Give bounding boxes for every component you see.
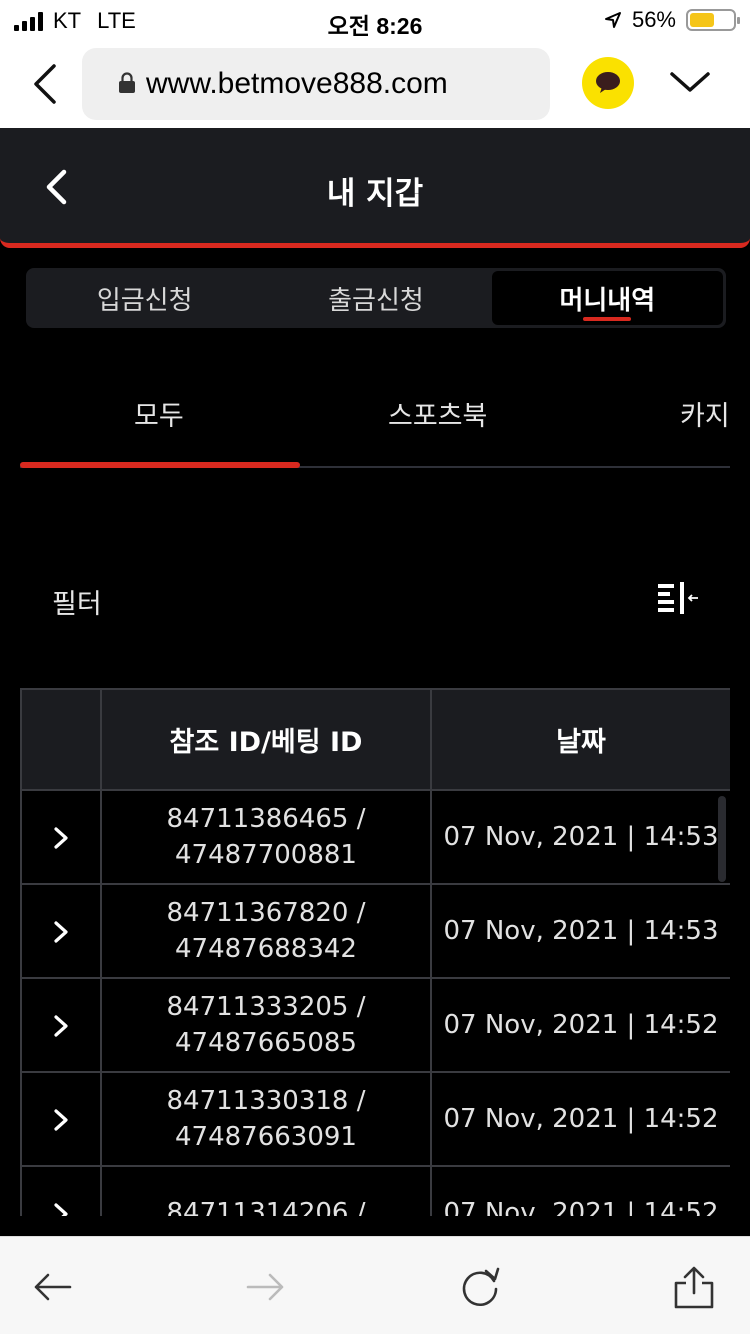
browser-toolbar <box>0 1236 750 1334</box>
battery-fill <box>690 13 714 27</box>
bet-id: 47487663091 <box>175 1122 357 1152</box>
reload-icon[interactable] <box>458 1265 502 1309</box>
app-header: 내 지갑 <box>0 128 750 248</box>
url-text: www.betmove888.com <box>146 67 448 100</box>
bet-id: 47487688342 <box>175 934 357 964</box>
tab-deposit-request[interactable]: 입금신청 <box>29 271 260 325</box>
chevron-right-icon <box>54 826 68 849</box>
date-cell: 07 Nov, 2021 | 14:53 <box>430 789 730 885</box>
table-row[interactable]: 84711330318 / 47487663091 07 Nov, 2021 | … <box>20 1071 730 1167</box>
chevron-right-icon <box>54 920 68 943</box>
expand-cell[interactable] <box>20 1071 102 1167</box>
battery-percent: 56% <box>631 7 676 32</box>
browser-back-icon[interactable] <box>30 1265 74 1309</box>
location-arrow-icon <box>604 12 621 28</box>
ref-bet-id-cell: 84711314206 / <box>100 1165 432 1216</box>
chevron-right-icon <box>54 1014 68 1037</box>
bet-id: 47487665085 <box>175 1028 357 1058</box>
filter-collapse-icon[interactable] <box>656 578 700 618</box>
chevron-right-icon <box>54 1108 68 1131</box>
tab-label: 머니내역 <box>559 285 656 316</box>
bet-id: 47487700881 <box>175 840 357 870</box>
status-right: 56% <box>604 7 740 33</box>
header-expand <box>20 688 102 791</box>
tab-withdraw-request[interactable]: 출금신청 <box>260 271 491 325</box>
active-tab-underline <box>583 317 632 321</box>
chevron-down-icon[interactable] <box>668 66 712 98</box>
lock-icon <box>119 72 135 93</box>
expand-cell[interactable] <box>20 883 102 979</box>
back-chevron-icon[interactable] <box>28 62 64 106</box>
status-bar: KT LTE 오전 8:26 56% <box>0 0 750 40</box>
table-header-row: 참조 ID/베팅 ID 날짜 <box>20 688 730 791</box>
browser-address-bar: www.betmove888.com <box>0 40 750 128</box>
ref-id: 84711330318 / <box>166 1086 366 1116</box>
expand-cell[interactable] <box>20 1165 102 1216</box>
ref-id: 84711386465 / <box>166 804 366 834</box>
kakaotalk-icon <box>596 72 620 93</box>
tab-money-history[interactable]: 머니내역 <box>491 271 723 325</box>
ref-bet-id-cell: 84711386465 / 47487700881 <box>100 789 432 885</box>
expand-cell[interactable] <box>20 789 102 885</box>
filter-label: 필터 <box>52 589 102 620</box>
date-cell: 07 Nov, 2021 | 14:53 <box>430 883 730 979</box>
ref-bet-id-cell: 84711333205 / 47487665085 <box>100 977 432 1073</box>
ref-bet-id-cell: 84711367820 / 47487688342 <box>100 883 432 979</box>
ref-id: 84711367820 / <box>166 898 366 928</box>
ref-id: 84711314206 / <box>166 1198 366 1216</box>
page-title: 내 지갑 <box>326 176 424 212</box>
table-row[interactable]: 84711314206 / 07 Nov, 2021 | 14:52 <box>20 1165 730 1216</box>
ref-id: 84711333205 / <box>166 992 366 1022</box>
date-cell: 07 Nov, 2021 | 14:52 <box>430 977 730 1073</box>
category-tab-all[interactable]: 모두 <box>134 394 184 433</box>
expand-cell[interactable] <box>20 977 102 1073</box>
table-scrollbar[interactable] <box>718 796 726 882</box>
header-ref-bet-id: 참조 ID/베팅 ID <box>100 688 432 791</box>
category-tab-sportsbook[interactable]: 스포츠북 <box>388 394 487 433</box>
table-row[interactable]: 84711333205 / 47487665085 07 Nov, 2021 | … <box>20 977 730 1073</box>
wallet-segment-tabs: 입금신청 출금신청 머니내역 <box>26 268 726 328</box>
chevron-right-icon <box>54 1202 68 1216</box>
category-tab-casino[interactable]: 카지 <box>680 394 730 433</box>
history-table: 참조 ID/베팅 ID 날짜 84711386465 / 47487700881 … <box>20 688 730 1216</box>
table-row[interactable]: 84711367820 / 47487688342 07 Nov, 2021 | … <box>20 883 730 979</box>
tab-label: 입금신청 <box>96 285 193 316</box>
battery-icon <box>686 9 740 31</box>
header-date: 날짜 <box>430 688 730 791</box>
kakaotalk-button[interactable] <box>582 57 634 109</box>
date-cell: 07 Nov, 2021 | 14:52 <box>430 1165 730 1216</box>
category-active-indicator <box>20 462 300 468</box>
browser-forward-icon[interactable] <box>244 1265 288 1309</box>
tab-label: 출금신청 <box>328 285 424 316</box>
table-row[interactable]: 84711386465 / 47487700881 07 Nov, 2021 | … <box>20 789 730 885</box>
ref-bet-id-cell: 84711330318 / 47487663091 <box>100 1071 432 1167</box>
date-cell: 07 Nov, 2021 | 14:52 <box>430 1071 730 1167</box>
share-icon[interactable] <box>672 1265 716 1309</box>
url-field[interactable]: www.betmove888.com <box>82 48 550 120</box>
category-tabs: 모두 스포츠북 카지 <box>20 380 730 468</box>
